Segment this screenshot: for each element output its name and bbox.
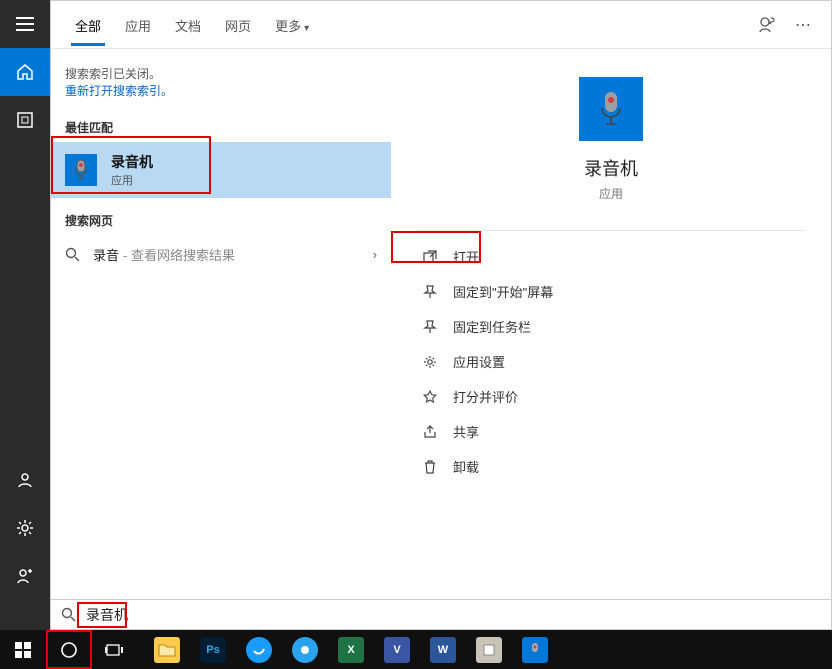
reenable-index-link[interactable]: 重新打开搜索索引。 bbox=[65, 82, 377, 99]
account-button[interactable] bbox=[0, 552, 50, 600]
voice-recorder-icon bbox=[65, 154, 97, 186]
taskbar-app-photoshop[interactable]: Ps bbox=[190, 630, 236, 669]
apps-button[interactable] bbox=[0, 96, 50, 144]
action-open-label: 打开 bbox=[453, 247, 479, 266]
taskbar-app-visio[interactable]: V bbox=[374, 630, 420, 669]
task-view-button[interactable] bbox=[92, 630, 138, 669]
taskbar-app-browser[interactable] bbox=[236, 630, 282, 669]
web-result-term: 录音 bbox=[93, 245, 119, 264]
web-result-item[interactable]: 录音 - 查看网络搜索结果 › bbox=[51, 235, 391, 274]
profile-button[interactable] bbox=[0, 456, 50, 504]
feedback-icon[interactable] bbox=[757, 15, 777, 35]
action-app-settings[interactable]: 应用设置 bbox=[415, 344, 807, 379]
search-panel: 全部 应用 文档 网页 更多▾ ⋯ 搜索索引已关闭。 重新打开搜索索引。 最佳匹… bbox=[50, 0, 832, 600]
taskbar-app-explorer[interactable] bbox=[144, 630, 190, 669]
best-match-subtitle: 应用 bbox=[111, 172, 153, 188]
best-match-header: 最佳匹配 bbox=[51, 105, 391, 142]
web-result-hint: - 查看网络搜索结果 bbox=[123, 245, 235, 264]
trash-icon bbox=[423, 460, 441, 474]
search-bar[interactable] bbox=[50, 599, 832, 630]
cortana-button[interactable] bbox=[46, 630, 92, 669]
action-pin-taskbar-label: 固定到任务栏 bbox=[453, 317, 531, 336]
action-share[interactable]: 共享 bbox=[415, 414, 807, 449]
open-icon bbox=[423, 250, 441, 264]
share-icon bbox=[423, 425, 441, 439]
tab-all[interactable]: 全部 bbox=[63, 4, 113, 45]
tab-documents[interactable]: 文档 bbox=[163, 4, 213, 45]
app-hero-title: 录音机 bbox=[584, 155, 638, 181]
action-open[interactable]: 打开 bbox=[415, 239, 807, 274]
gear-icon bbox=[423, 355, 441, 369]
action-rate-review[interactable]: 打分并评价 bbox=[415, 379, 807, 414]
pin-icon bbox=[423, 285, 441, 299]
chevron-down-icon: ▾ bbox=[304, 23, 309, 34]
action-uninstall[interactable]: 卸载 bbox=[415, 449, 807, 484]
index-disabled-notice: 搜索索引已关闭。 重新打开搜索索引。 bbox=[51, 59, 391, 105]
taskbar-app-excel[interactable]: X bbox=[328, 630, 374, 669]
taskbar-app-browser-2[interactable] bbox=[282, 630, 328, 669]
action-list: 打开 固定到"开始"屏幕 固定到任务栏 应用设置 打分并评价 共享 bbox=[391, 231, 831, 484]
taskbar-app-generic[interactable] bbox=[466, 630, 512, 669]
more-options-icon[interactable]: ⋯ bbox=[795, 15, 811, 35]
tab-more[interactable]: 更多▾ bbox=[263, 4, 321, 45]
search-web-header: 搜索网页 bbox=[51, 198, 391, 235]
star-icon bbox=[423, 390, 441, 404]
taskbar: Ps X V W bbox=[0, 630, 832, 669]
action-rate-review-label: 打分并评价 bbox=[453, 387, 518, 406]
action-pin-taskbar[interactable]: 固定到任务栏 bbox=[415, 309, 807, 344]
nav-sidebar bbox=[0, 0, 50, 630]
search-filter-tabs: 全部 应用 文档 网页 更多▾ ⋯ bbox=[51, 1, 831, 49]
action-share-label: 共享 bbox=[453, 422, 479, 441]
action-pin-start[interactable]: 固定到"开始"屏幕 bbox=[415, 274, 807, 309]
taskbar-app-word[interactable]: W bbox=[420, 630, 466, 669]
search-icon bbox=[61, 607, 76, 622]
best-match-item[interactable]: 录音机 应用 bbox=[51, 142, 391, 198]
start-button[interactable] bbox=[0, 630, 46, 669]
action-uninstall-label: 卸载 bbox=[453, 457, 479, 476]
results-column: 搜索索引已关闭。 重新打开搜索索引。 最佳匹配 录音机 应用 搜索网页 录音 -… bbox=[51, 49, 391, 599]
notice-text: 搜索索引已关闭。 bbox=[65, 65, 377, 82]
action-pin-start-label: 固定到"开始"屏幕 bbox=[453, 282, 553, 301]
search-input[interactable] bbox=[86, 607, 821, 623]
tab-web[interactable]: 网页 bbox=[213, 4, 263, 45]
action-app-settings-label: 应用设置 bbox=[453, 352, 505, 371]
menu-button[interactable] bbox=[0, 0, 50, 48]
tab-apps[interactable]: 应用 bbox=[113, 4, 163, 45]
pin-icon bbox=[423, 320, 441, 334]
chevron-right-icon: › bbox=[373, 247, 377, 262]
app-hero-tile bbox=[579, 77, 643, 141]
taskbar-app-voice-recorder[interactable] bbox=[512, 630, 558, 669]
app-hero-subtitle: 应用 bbox=[599, 185, 623, 202]
settings-button[interactable] bbox=[0, 504, 50, 552]
details-column: 录音机 应用 打开 固定到"开始"屏幕 固定到任务栏 应用设置 bbox=[391, 49, 831, 599]
search-icon bbox=[65, 247, 93, 262]
home-button[interactable] bbox=[0, 48, 50, 96]
best-match-title: 录音机 bbox=[111, 152, 153, 172]
